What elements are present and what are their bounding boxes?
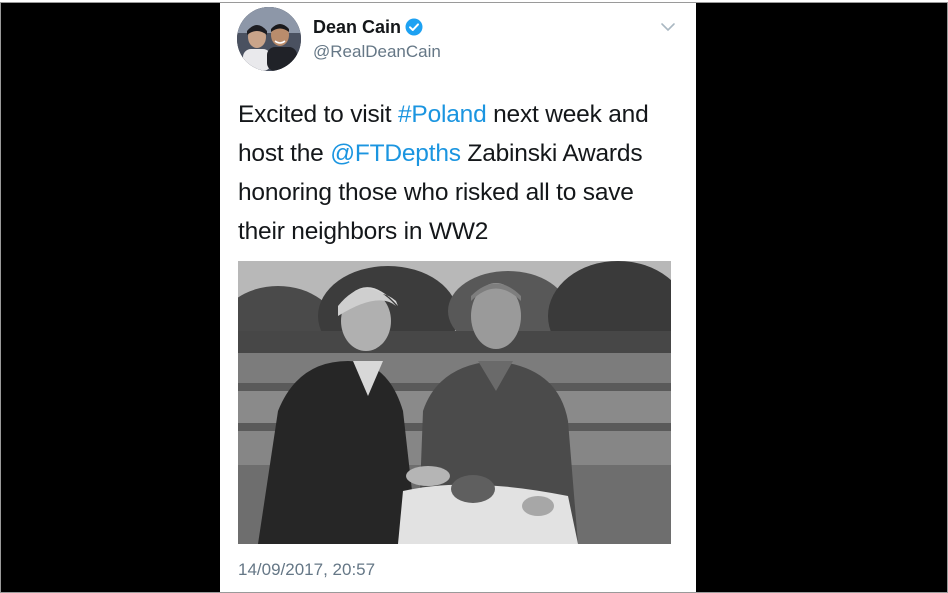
- tweet-card: Dean Cain @RealDeanCain Excited to visit…: [220, 3, 696, 592]
- text-segment: Excited to visit: [238, 101, 398, 128]
- tweet-text-line: their neighbors in WW2: [238, 212, 688, 251]
- mention-link[interactable]: @FTDepths: [330, 140, 461, 167]
- tweet-timestamp[interactable]: 14/09/2017, 20:57: [238, 560, 375, 580]
- text-segment: host the: [238, 140, 331, 167]
- avatar[interactable]: [237, 7, 301, 71]
- hashtag-link[interactable]: #Poland: [398, 101, 487, 128]
- text-segment: their neighbors in WW2: [238, 218, 489, 245]
- tweet-text-line: honoring those who risked all to save: [238, 173, 688, 212]
- tweet-text-line: Excited to visit #Poland next week and: [238, 95, 688, 134]
- tweet-text: Excited to visit #Poland next week and h…: [238, 95, 688, 251]
- text-segment: Zabinski Awards: [460, 140, 643, 167]
- black-bar-left: [1, 3, 220, 592]
- tweet-photo[interactable]: [238, 261, 671, 544]
- display-name[interactable]: Dean Cain: [313, 17, 401, 38]
- black-bar-right: [696, 3, 947, 592]
- text-segment: next week and: [486, 101, 649, 128]
- verified-badge-icon: [405, 18, 423, 36]
- chevron-down-icon[interactable]: [660, 21, 676, 33]
- historical-photo-image: [238, 261, 671, 544]
- screenshot-frame: Dean Cain @RealDeanCain Excited to visit…: [0, 2, 948, 593]
- tweet-text-line: host the @FTDepths Zabinski Awards: [238, 134, 688, 173]
- user-handle[interactable]: @RealDeanCain: [313, 42, 441, 62]
- text-segment: honoring those who risked all to save: [238, 179, 634, 206]
